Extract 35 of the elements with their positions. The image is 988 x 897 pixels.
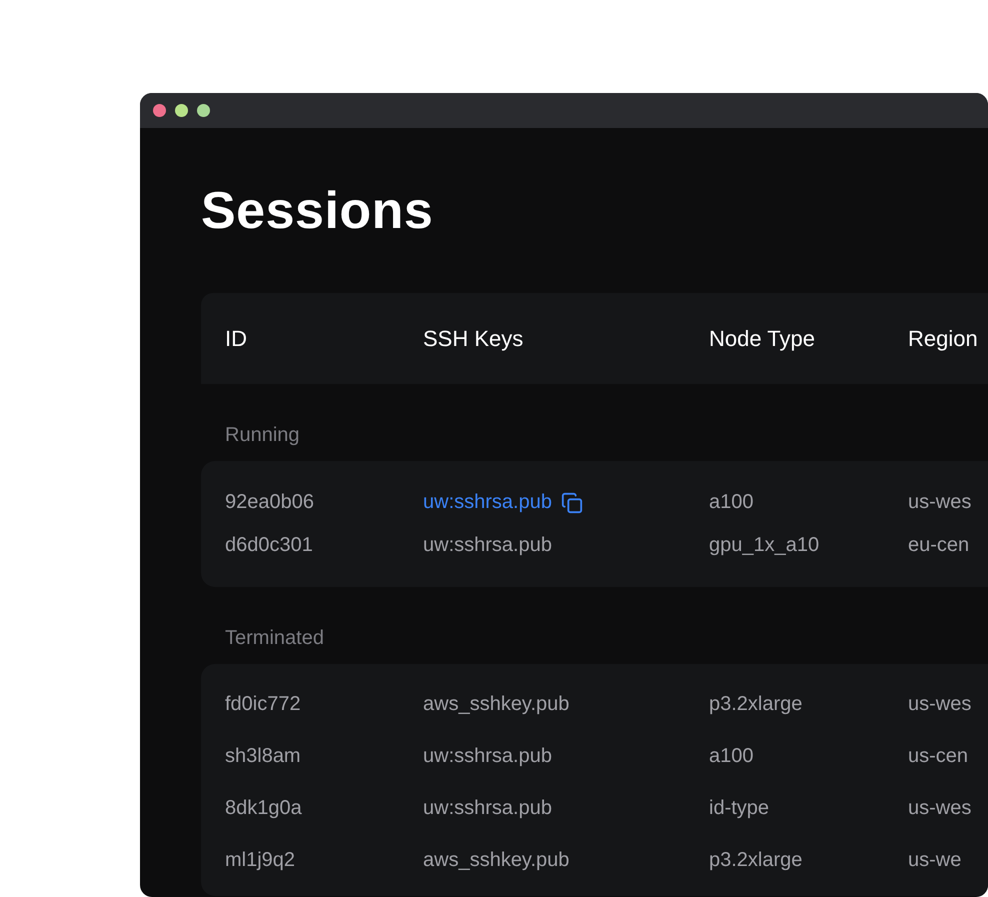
table-cell: aws_sshkey.pub	[423, 848, 570, 872]
window-control-dot[interactable]	[153, 104, 166, 117]
ssh-key-link[interactable]: uw:sshrsa.pub	[423, 491, 552, 514]
table-cell: us-wes	[908, 796, 972, 820]
window-control-dot[interactable]	[175, 104, 188, 117]
table-cell: p3.2xlarge	[709, 848, 802, 872]
table-cell: a100	[709, 491, 754, 514]
column-header: SSH Keys	[423, 326, 524, 352]
table-cell: ml1j9q2	[225, 848, 296, 872]
column-header: ID	[225, 326, 248, 352]
table-cell: uw:sshrsa.pub	[423, 744, 552, 768]
table-cell: uw:sshrsa.pub	[423, 796, 552, 820]
table-cell: p3.2xlarge	[709, 692, 802, 716]
column-header: Region	[908, 326, 979, 352]
table-cell: us-wes	[908, 692, 972, 716]
table-cell: us-we	[908, 848, 962, 872]
window-control-dot[interactable]	[197, 104, 210, 117]
table-cell: a100	[709, 744, 754, 768]
page-title: Sessions	[201, 183, 434, 240]
table-cell: fd0ic772	[225, 692, 301, 716]
table-cell: aws_sshkey.pub	[423, 692, 570, 716]
group-label: Terminated	[224, 626, 324, 652]
table-cell: us-cen	[908, 744, 968, 768]
column-header: Node Type	[709, 326, 816, 352]
table-cell: 8dk1g0a	[225, 796, 302, 820]
table-cell: uw:sshrsa.pub	[423, 534, 552, 558]
table-cell: eu-cen	[908, 534, 970, 558]
table-cell: d6d0c301	[225, 534, 313, 558]
table-cell: sh3l8am	[225, 744, 301, 768]
copy-icon[interactable]	[560, 492, 583, 514]
table-cell: 92ea0b06	[225, 491, 314, 514]
table-cell: us-wes	[908, 491, 972, 514]
table-cell: gpu_1x_a10	[709, 534, 820, 558]
group-label: Running	[224, 423, 300, 448]
table-cell: id-type	[709, 796, 770, 820]
